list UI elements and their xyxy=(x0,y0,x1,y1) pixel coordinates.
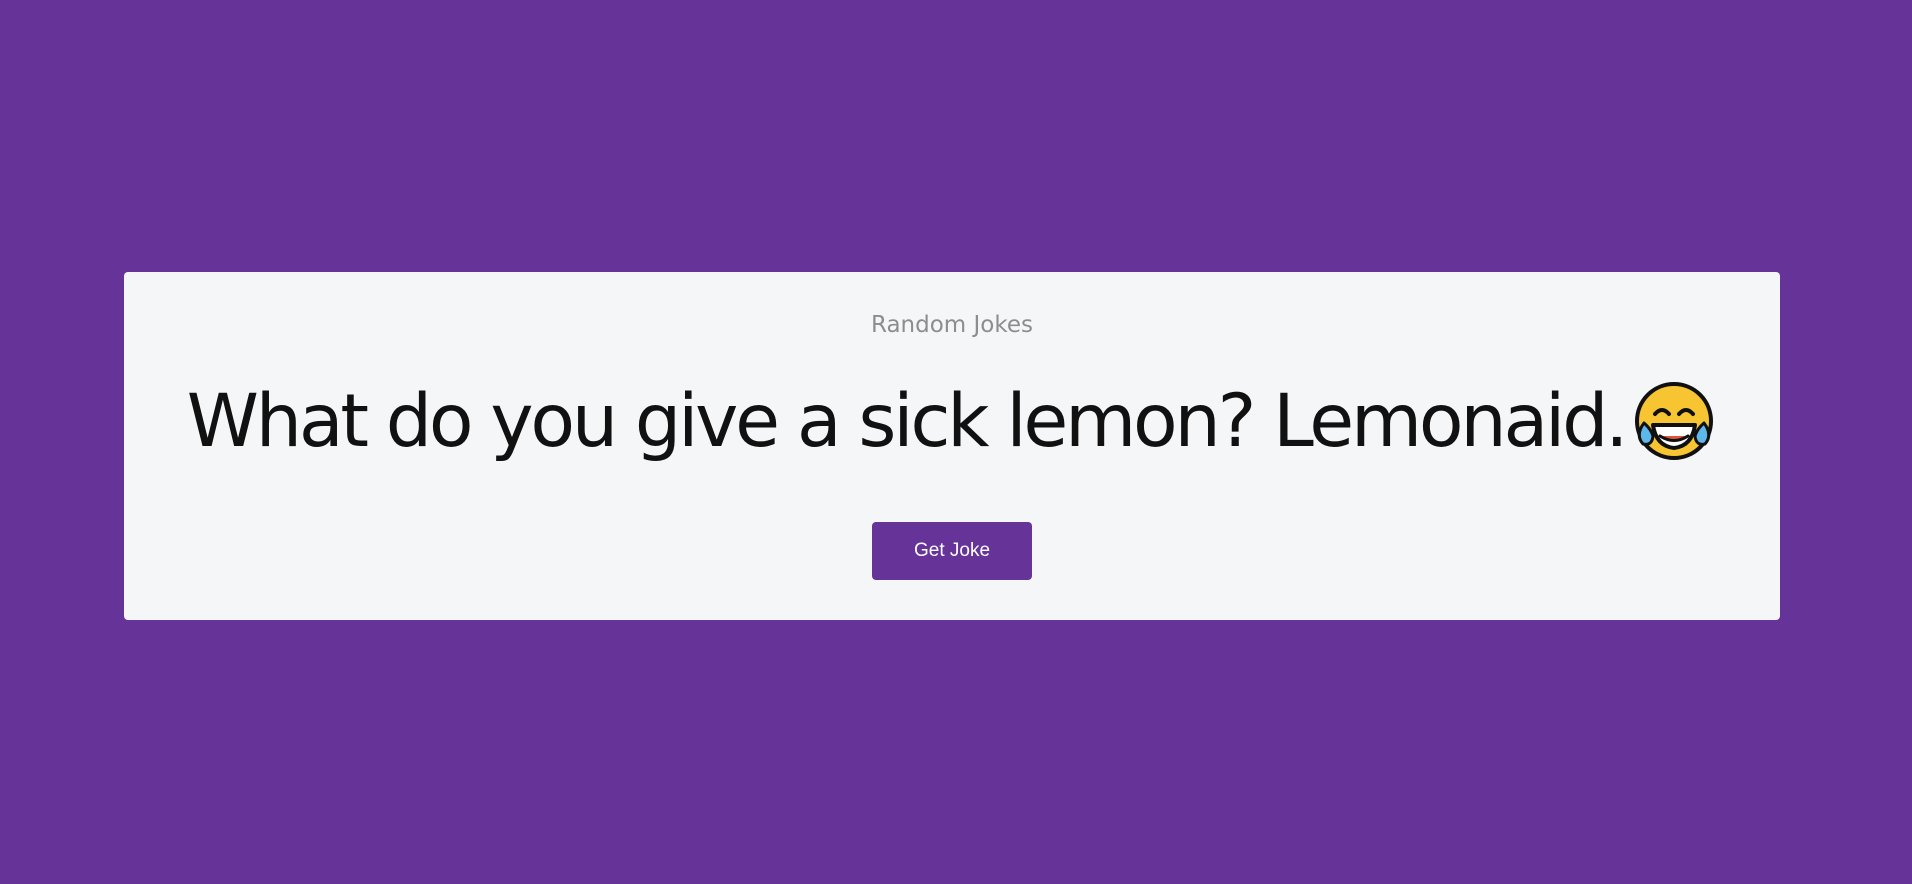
app-subtitle: Random Jokes xyxy=(870,312,1034,338)
joke-card: Random Jokes What do you give a sick lem… xyxy=(124,272,1780,620)
face-with-tears-of-joy-icon xyxy=(1631,378,1717,464)
joke-container: What do you give a sick lemon? Lemonaid. xyxy=(124,378,1780,464)
joke-text: What do you give a sick lemon? Lemonaid. xyxy=(186,378,1629,464)
get-joke-button[interactable]: Get Joke xyxy=(872,522,1032,580)
